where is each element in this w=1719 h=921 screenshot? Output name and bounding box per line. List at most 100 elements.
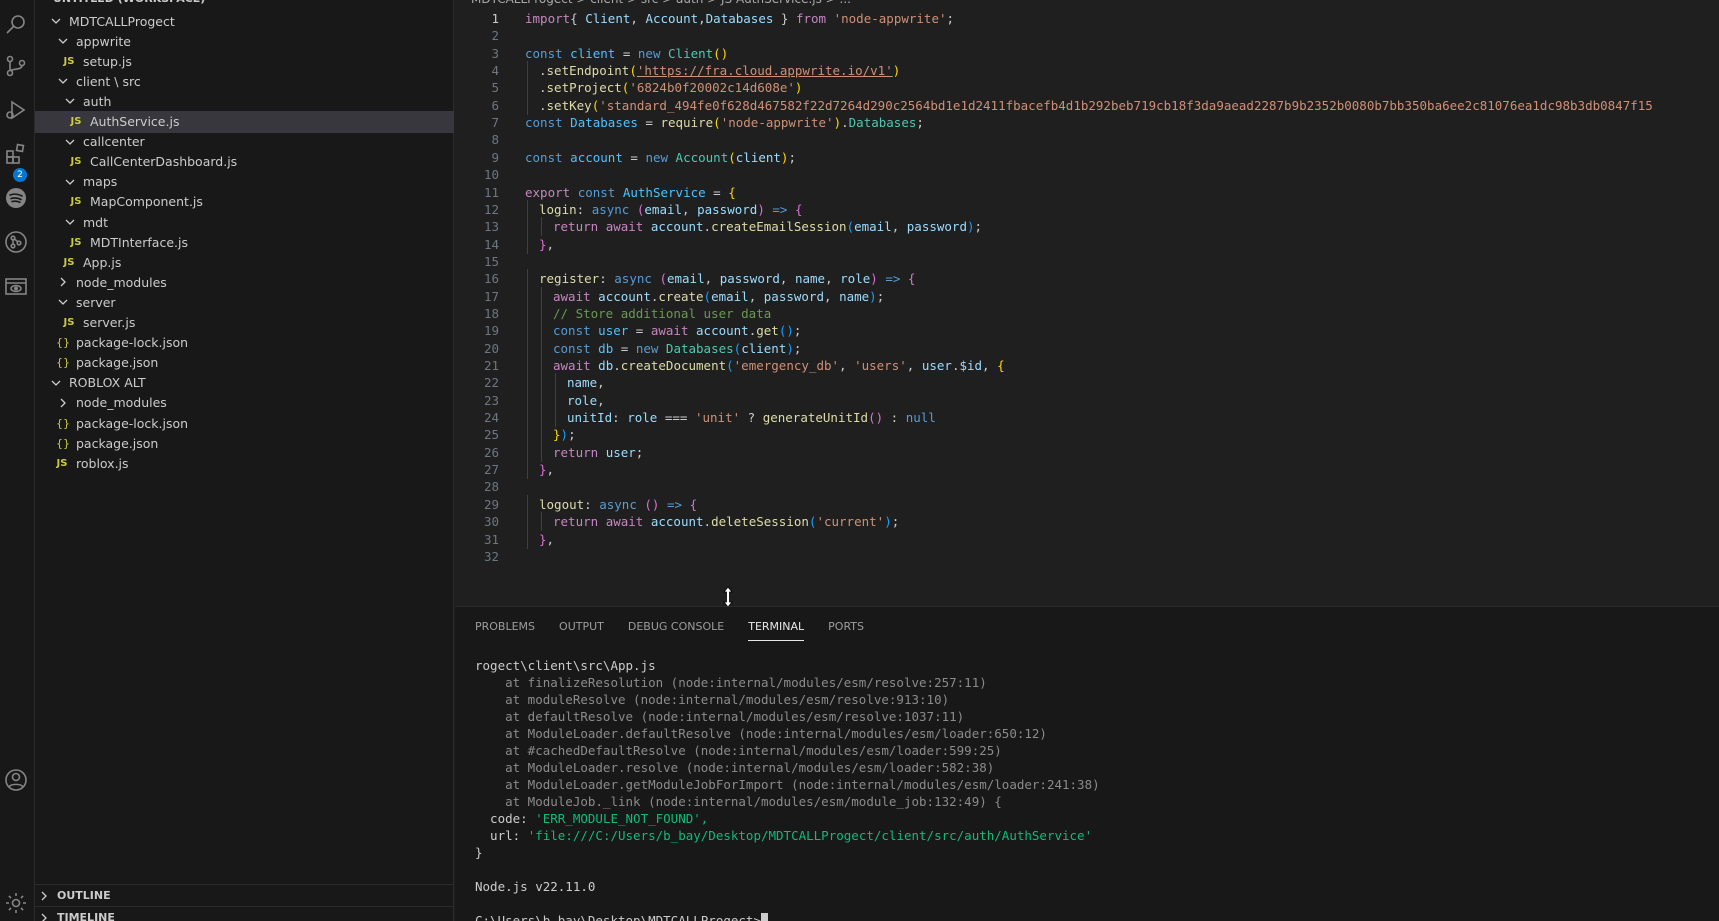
- tree-item[interactable]: callcenter: [35, 131, 454, 153]
- code-token: ): [757, 201, 765, 217]
- tree-item-label: setup.js: [83, 53, 132, 69]
- code-line: 4 .setEndpoint('https://fra.cloud.appwrit…: [455, 61, 1719, 81]
- code-token: return: [553, 514, 599, 530]
- js-file-icon: JS: [56, 457, 68, 469]
- code-line: 27},: [455, 460, 1719, 480]
- code-token: ;: [788, 149, 796, 165]
- line-number: 21: [483, 358, 499, 373]
- tab-problems[interactable]: PROBLEMS: [475, 619, 535, 641]
- terminal-line: Node.js v22.11.0: [475, 878, 1100, 895]
- terminal-text: Node.js v22.11.0: [475, 879, 596, 894]
- tree-item[interactable]: {} package-lock.json: [35, 332, 454, 354]
- code-token: Client: [585, 11, 631, 26]
- tree-item[interactable]: JS AuthService.js: [35, 110, 454, 133]
- code-token: setKey: [546, 97, 592, 113]
- tree-item[interactable]: JS App.js: [35, 251, 454, 273]
- indent-guide: [527, 95, 528, 115]
- code-token: const: [525, 115, 563, 131]
- run-debug-icon[interactable]: [0, 94, 32, 126]
- line-number: 24: [483, 410, 499, 426]
- terminal-value: 'ERR_MODULE_NOT_FOUND',: [535, 811, 709, 826]
- terminal-line: at moduleResolve (node:internal/modules/…: [475, 691, 1100, 708]
- terminal-output[interactable]: rogect\client\src\App.js at finalizeReso…: [475, 657, 1100, 921]
- indent-guide: [527, 78, 528, 98]
- workspace-title[interactable]: UNTITLED (WORKSPACE): [35, 0, 453, 8]
- tree-item-label: package.json: [76, 355, 159, 371]
- outline-section[interactable]: OUTLINE: [35, 884, 454, 906]
- line-number: 3: [491, 45, 499, 61]
- tab-debug-console[interactable]: DEBUG CONSOLE: [628, 619, 724, 641]
- line-number: 31: [483, 531, 499, 547]
- terminal-text: rogect\client\src\App.js: [475, 658, 656, 673]
- chevron-down-icon: [63, 135, 77, 149]
- code-line: 15: [455, 252, 1719, 271]
- code-token: ,: [839, 358, 855, 373]
- remote-explorer-icon[interactable]: [0, 270, 32, 302]
- code-token: name: [794, 271, 826, 287]
- tree-item[interactable]: auth: [35, 90, 454, 112]
- code-token: ): [869, 288, 877, 304]
- code-token: new: [637, 45, 661, 61]
- indent-guide: [541, 217, 542, 237]
- settings-gear-icon[interactable]: [0, 887, 32, 919]
- line-number: 13: [483, 219, 499, 235]
- chevron-down-icon: [49, 14, 63, 28]
- tree-item[interactable]: {} package.json: [35, 432, 454, 454]
- tree-item[interactable]: mdt: [35, 211, 454, 233]
- breadcrumb[interactable]: MDTCALLProgect > client > src > auth > J…: [471, 0, 851, 8]
- tree-item[interactable]: JS MapComponent.js: [35, 191, 454, 213]
- tree-item[interactable]: node_modules: [35, 271, 454, 293]
- code-line: 14},: [455, 234, 1719, 254]
- tree-item[interactable]: appwrite: [35, 30, 454, 52]
- code-token: const: [577, 184, 616, 200]
- code-line: 20 const db = new Databases(client);: [455, 338, 1719, 358]
- line-number: 16: [483, 271, 499, 287]
- tree-item[interactable]: ROBLOX ALT: [35, 372, 454, 394]
- tree-item[interactable]: {} package.json: [35, 352, 454, 374]
- tree-item[interactable]: client \ src: [35, 70, 454, 92]
- tree-item-label: package-lock.json: [76, 415, 189, 431]
- code-token: setEndpoint: [546, 63, 630, 79]
- line-number: 26: [483, 444, 499, 460]
- timeline-section[interactable]: TIMELINE: [35, 906, 454, 921]
- tab-terminal[interactable]: TERMINAL: [748, 619, 804, 641]
- spotify-icon[interactable]: [0, 182, 32, 214]
- tree-item[interactable]: node_modules: [35, 392, 454, 414]
- tab-ports[interactable]: PORTS: [828, 619, 864, 641]
- line-number: 30: [483, 514, 499, 530]
- code-editor[interactable]: MDTCALLProgect > client > src > auth > J…: [455, 0, 1719, 606]
- git-graph-icon[interactable]: [0, 226, 32, 258]
- tree-item[interactable]: {} package-lock.json: [35, 412, 454, 434]
- search-icon[interactable]: [0, 8, 32, 40]
- line-number: 29: [483, 496, 499, 512]
- tree-item[interactable]: JS CallCenterDashboard.js: [35, 151, 454, 173]
- extensions-icon[interactable]: [0, 138, 32, 170]
- line-number: 22: [483, 375, 499, 391]
- code-text: const user = await account.get();: [553, 321, 801, 340]
- source-control-icon[interactable]: [0, 50, 32, 82]
- indent-guide: [527, 494, 528, 514]
- code-token: ,: [546, 462, 555, 478]
- code-token: ,: [824, 288, 840, 304]
- tree-item-label: MDTCALLProgect: [69, 13, 175, 29]
- tree-item[interactable]: JS MDTInterface.js: [35, 231, 454, 253]
- code-token: // Store additional user data: [553, 305, 772, 321]
- tree-item[interactable]: JS setup.js: [35, 50, 454, 72]
- code-line: 8: [455, 130, 1719, 149]
- code-token: ;: [793, 323, 802, 339]
- tree-item[interactable]: server: [35, 291, 454, 313]
- line-number: 28: [483, 479, 499, 495]
- tab-output[interactable]: OUTPUT: [559, 619, 604, 641]
- tree-item[interactable]: JS roblox.js: [35, 452, 454, 474]
- tree-item[interactable]: MDTCALLProgect: [35, 10, 454, 32]
- line-number: 27: [483, 462, 499, 478]
- code-token: 'node-appwrite': [720, 115, 834, 131]
- code-token: ): [870, 271, 878, 287]
- line-number: 11: [483, 184, 499, 200]
- code-line: 31},: [455, 529, 1719, 549]
- tree-item[interactable]: JS server.js: [35, 312, 454, 334]
- code-token: async: [599, 496, 637, 512]
- tree-item[interactable]: maps: [35, 171, 454, 193]
- account-icon[interactable]: [0, 764, 32, 796]
- code-line: 1 import{ Client, Account,Databases } fro…: [455, 9, 1719, 28]
